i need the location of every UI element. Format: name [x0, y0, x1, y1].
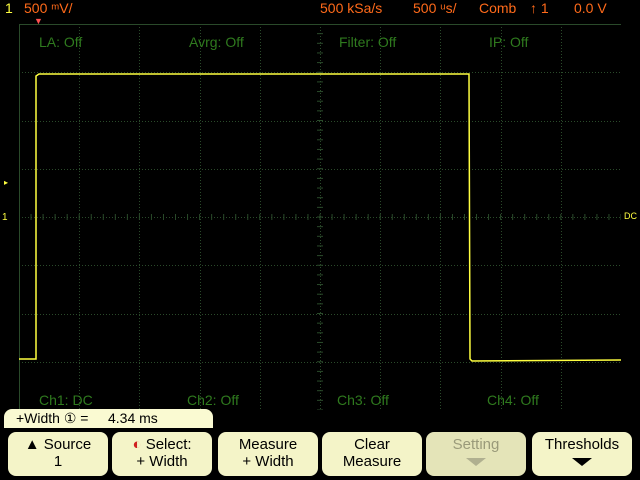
measure-button[interactable]: Measure + Width — [218, 432, 318, 476]
clear-label: Clear — [354, 436, 390, 453]
ch2-status: Ch2: Off — [187, 392, 239, 408]
waveform-display[interactable]: LA: Off Avrg: Off Filter: Off IP: Off Ch… — [19, 24, 621, 410]
measurement-value: 4.34 ms — [108, 410, 158, 426]
ground-marker-icon[interactable]: 1 — [2, 212, 8, 223]
ch4-status: Ch4: Off — [487, 392, 539, 408]
measurement-label: +Width ① = — [16, 410, 89, 426]
softkey-bar: ▲ Source 1 ◐ Select: + Width Measure + W… — [0, 430, 640, 480]
ch1-status: Ch1: DC — [39, 392, 93, 408]
thresholds-button[interactable]: Thresholds — [532, 432, 632, 476]
ch3-status: Ch3: Off — [337, 392, 389, 408]
measurement-readout: +Width ① = 4.34 ms — [4, 409, 213, 428]
acquisition-mode[interactable]: Comb — [479, 0, 516, 16]
trigger-level[interactable]: 0.0 V — [574, 0, 607, 16]
source-button[interactable]: ▲ Source 1 — [8, 432, 108, 476]
clear-value: Measure — [342, 453, 402, 470]
avrg-status: Avrg: Off — [189, 34, 244, 50]
knob-icon: ◐ — [132, 436, 146, 453]
setting-label: Setting — [452, 436, 500, 453]
trigger-level-icon: ▸ — [4, 178, 9, 187]
graticule-grid — [19, 24, 621, 410]
volts-per-div[interactable]: 500 ᵐV/ — [24, 0, 73, 16]
trigger-source[interactable]: ↑ 1 — [530, 0, 549, 16]
setting-button[interactable]: Setting — [426, 432, 526, 476]
ip-status: IP: Off — [489, 34, 529, 50]
source-value: 1 — [53, 453, 63, 470]
filter-status: Filter: Off — [339, 34, 397, 50]
select-value: + Width — [136, 453, 188, 470]
dc-marker-icon: DC — [624, 211, 637, 221]
clear-measure-button[interactable]: Clear Measure — [322, 432, 422, 476]
measure-value: + Width — [242, 453, 294, 470]
select-label: Select: — [145, 436, 192, 453]
chevron-down-icon — [466, 458, 486, 466]
status-bar: 1 500 ᵐV/ 500 kSa/s 500 ᵘs/ Comb ↑ 1 0.0… — [0, 0, 640, 18]
measure-label: Measure — [238, 436, 298, 453]
channel-number[interactable]: 1 — [5, 0, 13, 16]
la-status: LA: Off — [39, 34, 83, 50]
time-per-div[interactable]: 500 ᵘs/ — [413, 0, 457, 16]
thresholds-label: Thresholds — [544, 436, 620, 453]
select-button[interactable]: ◐ Select: + Width — [112, 432, 212, 476]
chevron-down-icon — [572, 458, 592, 466]
sample-rate: 500 kSa/s — [320, 0, 383, 16]
source-label: ▲ Source — [24, 436, 92, 453]
